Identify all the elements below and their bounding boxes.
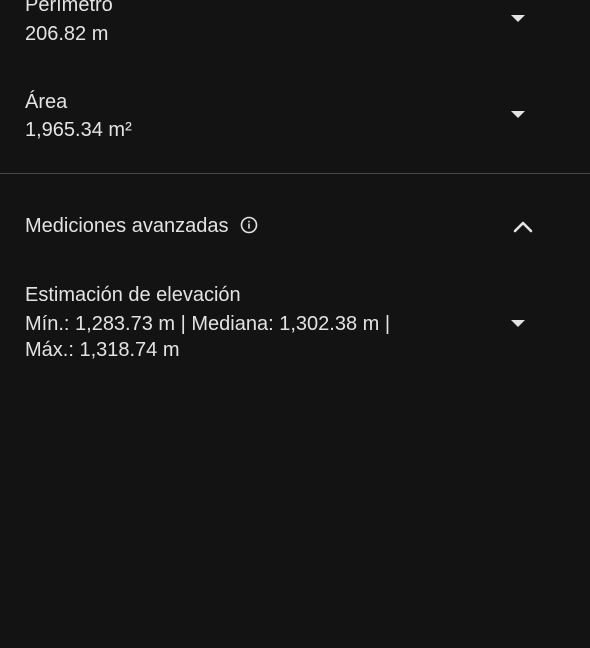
caret-down-icon[interactable] <box>511 15 525 22</box>
area-row[interactable]: Área 1,965.34 m² <box>0 80 590 150</box>
advanced-measurements-header[interactable]: Mediciones avanzadas <box>25 215 258 238</box>
info-icon[interactable] <box>240 216 258 234</box>
elevation-values-line1: Mín.: 1,283.73 m | Mediana: 1,302.38 m | <box>25 313 391 335</box>
perimeter-row[interactable]: Perímetro 206.82 m <box>0 0 590 60</box>
area-title: Área <box>25 91 68 113</box>
caret-down-icon[interactable] <box>511 320 525 327</box>
measurement-panel: Perímetro 206.82 m Área 1,965.34 m² Medi… <box>0 0 590 648</box>
elevation-row[interactable]: Estimación de elevación Mín.: 1,283.73 m… <box>0 280 590 370</box>
perimeter-value: 206.82 m <box>25 23 109 45</box>
area-value: 1,965.34 m² <box>25 119 132 141</box>
elevation-title: Estimación de elevación <box>25 284 241 306</box>
perimeter-title: Perímetro <box>25 0 113 16</box>
advanced-measurements-title: Mediciones avanzadas <box>25 215 229 237</box>
caret-down-icon[interactable] <box>511 111 525 118</box>
section-divider <box>0 173 590 174</box>
elevation-values-line2: Máx.: 1,318.74 m <box>25 339 180 361</box>
chevron-up-icon[interactable] <box>512 220 534 234</box>
